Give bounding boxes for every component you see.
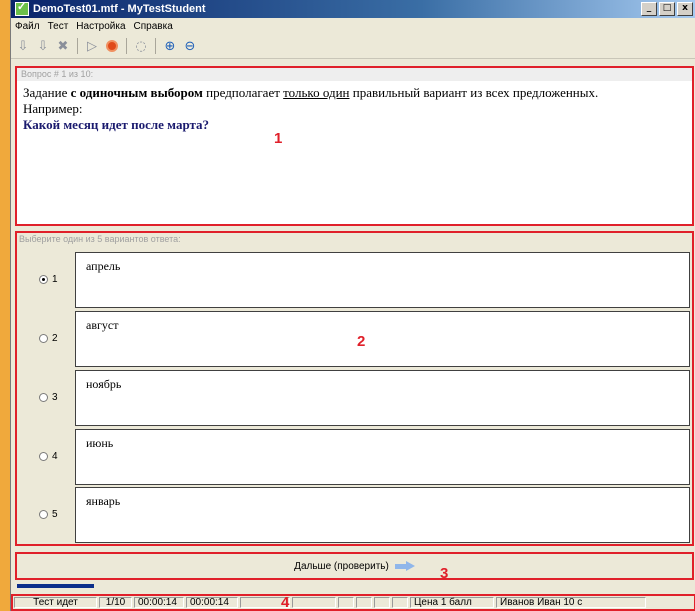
example-label: Например: (23, 101, 83, 116)
status-empty (356, 597, 372, 608)
status-user: Иванов Иван 10 с (496, 597, 646, 608)
progress-bar (17, 584, 94, 588)
option-text-box[interactable]: январь (75, 487, 690, 543)
radio-button[interactable] (39, 452, 48, 461)
status-time-elapsed: 00:00:14 (134, 597, 184, 608)
toolbar-separator (126, 38, 127, 54)
app-window: DemoTest01.mtf - MyTestStudent _ □ x Фай… (10, 0, 695, 611)
window-title: DemoTest01.mtf - MyTestStudent (33, 3, 206, 15)
question-instructions: Задание с одиночным выбором предполагает… (23, 85, 599, 100)
option-number: 4 (52, 451, 58, 462)
status-time-total: 00:00:14 (186, 597, 238, 608)
status-price: Цена 1 балл (410, 597, 494, 608)
answer-option[interactable]: 4 июнь (17, 429, 692, 485)
question-header: Вопрос # 1 из 10: (17, 68, 692, 81)
option-number: 5 (52, 509, 58, 520)
next-button-label: Дальше (проверить) (294, 560, 389, 572)
play-icon[interactable]: ▷ (84, 38, 100, 54)
status-counter: 1/10 (99, 597, 132, 608)
title-bar[interactable]: DemoTest01.mtf - MyTestStudent _ □ x (11, 0, 695, 18)
help-icon[interactable]: ◌ (133, 38, 149, 54)
annotation-3: 3 (440, 565, 449, 582)
app-icon (15, 0, 29, 16)
option-text-box[interactable]: июнь (75, 429, 690, 485)
question-body: Задание с одиночным выбором предполагает… (17, 81, 692, 137)
zoom-in-icon[interactable]: ⊕ (162, 38, 178, 54)
zoom-out-icon[interactable]: ⊖ (182, 38, 198, 54)
answer-option[interactable]: 5 январь (17, 487, 692, 543)
menu-file[interactable]: Файл (15, 21, 40, 32)
toolbar-separator (77, 38, 78, 54)
menu-test[interactable]: Тест (48, 21, 69, 32)
arrow-right-icon (394, 561, 415, 571)
minimize-button[interactable]: _ (641, 2, 657, 16)
menu-bar: Файл Тест Настройка Справка (11, 18, 695, 34)
status-state: Тест идет (14, 597, 97, 608)
status-empty (292, 597, 336, 608)
radio-option-5[interactable]: 5 (39, 509, 58, 520)
option-number: 1 (52, 274, 58, 285)
answers-panel: Выберите один из 5 вариантов ответа: 1 а… (15, 231, 694, 546)
radio-option-3[interactable]: 3 (39, 392, 58, 403)
answer-option[interactable]: 2 август (17, 311, 692, 367)
radio-option-1[interactable]: 1 (39, 274, 58, 285)
menu-help[interactable]: Справка (134, 21, 173, 32)
question-text: Какой месяц идет после марта? (23, 117, 210, 132)
status-empty (392, 597, 408, 608)
menu-settings[interactable]: Настройка (76, 21, 125, 32)
answer-option[interactable]: 3 ноябрь (17, 370, 692, 426)
window-controls: _ □ x (641, 2, 693, 16)
option-number: 3 (52, 392, 58, 403)
question-panel: Вопрос # 1 из 10: Задание с одиночным вы… (15, 66, 694, 226)
option-number: 2 (52, 333, 58, 344)
radio-button[interactable] (39, 510, 48, 519)
option-text-box[interactable]: апрель (75, 252, 690, 308)
next-check-button[interactable]: Дальше (проверить) (294, 561, 415, 572)
stop-icon[interactable] (104, 38, 120, 54)
radio-button[interactable] (39, 275, 48, 284)
option-text-box[interactable]: август (75, 311, 690, 367)
radio-option-4[interactable]: 4 (39, 451, 58, 462)
answers-header: Выберите один из 5 вариантов ответа: (19, 234, 181, 244)
radio-button[interactable] (39, 393, 48, 402)
toolbar-separator (155, 38, 156, 54)
status-empty (374, 597, 390, 608)
prev-icon[interactable]: ⇩ (35, 38, 51, 54)
status-empty (338, 597, 354, 608)
answer-option[interactable]: 1 апрель (17, 252, 692, 308)
radio-button[interactable] (39, 334, 48, 343)
next-panel: Дальше (проверить) (15, 552, 694, 580)
annotation-4: 4 (281, 594, 290, 611)
maximize-button[interactable]: □ (659, 2, 675, 16)
next-icon[interactable]: ⇩ (15, 38, 31, 54)
radio-option-2[interactable]: 2 (39, 333, 58, 344)
close-button[interactable]: x (677, 2, 693, 16)
annotation-2: 2 (357, 333, 366, 350)
status-bar: Тест идет 1/10 00:00:14 00:00:14 Цена 1 … (11, 594, 695, 611)
annotation-1: 1 (274, 130, 283, 147)
delete-icon[interactable]: ✖ (55, 38, 71, 54)
toolbar: ⇩ ⇩ ✖ ▷ ◌ ⊕ ⊖ (11, 34, 695, 59)
option-text-box[interactable]: ноябрь (75, 370, 690, 426)
